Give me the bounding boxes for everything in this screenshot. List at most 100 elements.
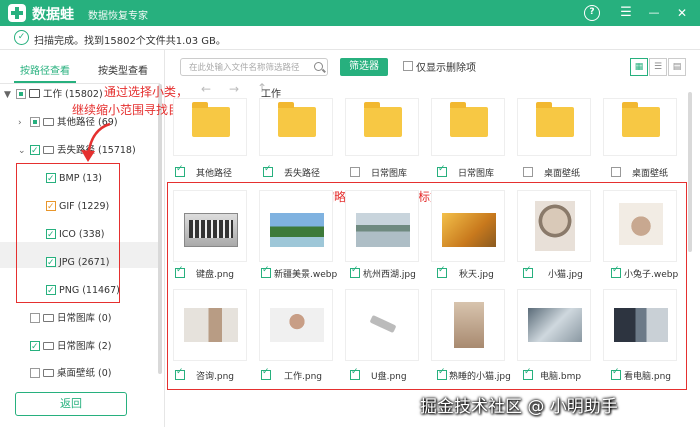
file-thumbnail-tile[interactable] <box>173 190 247 262</box>
nav-forward-icon[interactable]: → <box>229 82 239 96</box>
watching-computer-image <box>614 308 668 342</box>
folder-label: 桌面壁纸 <box>632 169 669 179</box>
file-label: 看电脑.png <box>624 372 671 382</box>
file-thumbnail-tile[interactable] <box>517 289 591 361</box>
folder-icon <box>43 341 54 350</box>
file-thumbnail-tile[interactable] <box>431 289 505 361</box>
tree-checkbox[interactable] <box>30 116 40 127</box>
file-checkbox[interactable] <box>350 367 360 380</box>
file-checkbox[interactable] <box>523 265 533 278</box>
search-input[interactable]: 在此处输入文件名称筛选路径 <box>180 58 328 76</box>
file-checkbox[interactable] <box>437 265 447 278</box>
chevron-down-icon[interactable]: ▼ <box>4 86 16 104</box>
computer-image <box>528 308 582 342</box>
filter-button[interactable]: 筛选器 <box>340 58 388 76</box>
show-deleted-checkbox[interactable] <box>403 61 413 71</box>
tree-checkbox[interactable] <box>30 312 40 323</box>
tree-item-daily-gallery[interactable]: 日常图库 (2) <box>30 338 111 356</box>
file-label: 新疆美景.webp <box>274 270 338 280</box>
usb-drive-image <box>356 308 410 342</box>
folder-tile[interactable] <box>345 98 419 156</box>
close-icon[interactable]: ✕ <box>674 5 690 21</box>
folder-icon <box>43 313 54 322</box>
annotation-arrow-icon <box>81 122 111 162</box>
file-label: 键盘.png <box>196 270 234 280</box>
folder-checkbox[interactable] <box>350 167 360 177</box>
drive-icon <box>29 89 40 98</box>
folder-checkbox[interactable] <box>263 164 273 177</box>
tab-by-path[interactable]: 按路径查看 <box>20 62 70 77</box>
tree-checkbox[interactable] <box>30 367 40 378</box>
tree-checkbox[interactable] <box>30 142 40 160</box>
keyboard-image <box>184 213 238 247</box>
tree-item-label: 日常图库 (2) <box>57 341 112 352</box>
folder-tile[interactable] <box>603 98 677 156</box>
folder-tile[interactable] <box>517 98 591 156</box>
right-scrollbar[interactable] <box>688 92 692 252</box>
file-thumbnail-tile[interactable] <box>431 190 505 262</box>
file-checkbox[interactable] <box>175 265 185 278</box>
file-thumbnail-tile[interactable] <box>259 289 333 361</box>
folder-icon <box>364 102 402 137</box>
file-thumbnail-tile[interactable] <box>345 289 419 361</box>
tree-item-label: 日常图库 (0) <box>57 313 112 324</box>
folder-icon <box>622 102 660 137</box>
detail-view-icon[interactable]: ▤ <box>668 58 686 76</box>
minimize-icon[interactable]: — <box>646 5 662 21</box>
work-image <box>270 308 324 342</box>
rabbit-image <box>619 203 663 245</box>
folder-checkbox[interactable] <box>611 167 621 177</box>
file-label: 秋天.jpg <box>459 270 494 280</box>
tab-by-type[interactable]: 按类型查看 <box>98 62 148 77</box>
help-icon[interactable]: ? <box>584 5 600 21</box>
scan-status-bar: ✓ 扫描完成。找到15802个文件共1.03 GB。 <box>0 26 700 50</box>
file-checkbox[interactable] <box>611 265 621 278</box>
watermark: 掘金技术社区 @ 小明助手 <box>420 397 618 417</box>
menu-icon[interactable]: ☰ <box>618 5 634 21</box>
file-checkbox[interactable] <box>437 367 447 380</box>
file-thumbnail-tile[interactable] <box>603 190 677 262</box>
file-thumbnail-tile[interactable] <box>259 190 333 262</box>
tree-item-wallpaper[interactable]: 桌面壁纸 (0) <box>30 365 111 383</box>
chevron-down-icon[interactable]: ⌄ <box>18 142 30 160</box>
folder-tile[interactable] <box>259 98 333 156</box>
folder-checkbox[interactable] <box>175 164 185 177</box>
file-label: 小兔子.webp <box>624 270 679 280</box>
file-checkbox[interactable] <box>175 367 185 380</box>
file-label: 熟睡的小猫.jpg <box>449 372 511 382</box>
file-thumbnail-tile[interactable] <box>517 190 591 262</box>
left-scrollbar[interactable] <box>158 84 162 374</box>
chevron-right-icon[interactable]: › <box>18 114 30 132</box>
file-thumbnail-tile[interactable] <box>603 289 677 361</box>
sleeping-kitten-image <box>454 302 484 348</box>
list-view-icon[interactable]: ☰ <box>649 58 667 76</box>
tree-checkbox[interactable] <box>16 88 26 99</box>
file-thumbnail-tile[interactable] <box>345 190 419 262</box>
folder-icon <box>536 102 574 137</box>
show-deleted-label: 仅显示删除项 <box>416 63 476 74</box>
folder-checkbox[interactable] <box>437 164 447 177</box>
search-icon[interactable] <box>314 62 323 71</box>
file-checkbox[interactable] <box>261 367 271 380</box>
folder-checkbox[interactable] <box>523 167 533 177</box>
scan-status-text: 扫描完成。找到15802个文件共1.03 GB。 <box>34 36 226 47</box>
file-checkbox[interactable] <box>611 367 621 380</box>
tree-item-daily-gallery-empty[interactable]: 日常图库 (0) <box>30 310 111 328</box>
back-button[interactable]: 返回 <box>15 392 127 416</box>
file-checkbox[interactable] <box>523 367 533 380</box>
grid-view-icon[interactable]: ▦ <box>630 58 648 76</box>
folder-label: 日常图库 <box>371 169 408 179</box>
kitten-image <box>535 201 575 251</box>
file-checkbox[interactable] <box>261 265 271 278</box>
lake-image <box>356 213 410 247</box>
file-label: U盘.png <box>371 372 407 382</box>
tree-checkbox[interactable] <box>30 338 40 356</box>
folder-tile[interactable] <box>431 98 505 156</box>
file-checkbox[interactable] <box>350 265 360 278</box>
folder-label: 桌面壁纸 <box>544 169 581 179</box>
landscape-image <box>270 213 324 247</box>
folder-tile[interactable] <box>173 98 247 156</box>
file-thumbnail-tile[interactable] <box>173 289 247 361</box>
folder-icon <box>278 102 316 137</box>
nav-back-icon[interactable]: ← <box>201 82 211 96</box>
